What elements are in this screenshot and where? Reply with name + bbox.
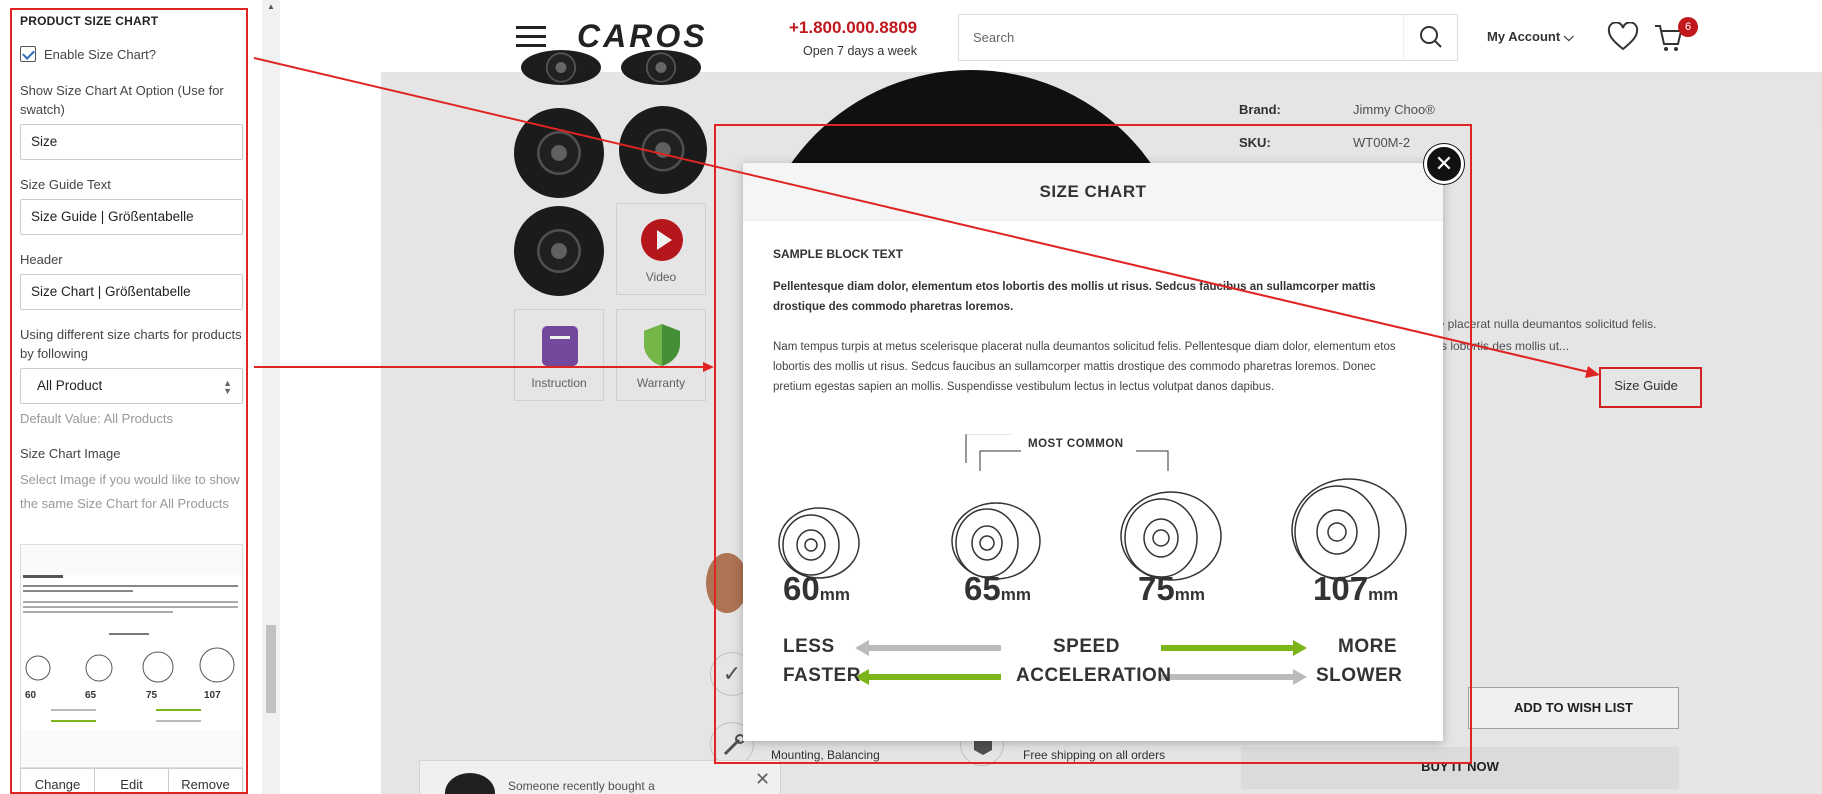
store-logo[interactable]: CAROS (577, 18, 708, 55)
search-button[interactable] (1403, 15, 1457, 60)
phone-number[interactable]: +1.800.000.8809 (789, 18, 917, 38)
settings-scrollbar[interactable]: ▲ (262, 0, 280, 794)
scroll-up-arrow-icon[interactable]: ▲ (267, 2, 275, 11)
menu-icon[interactable] (516, 26, 546, 48)
search-placeholder: Search (973, 30, 1015, 45)
my-account-menu[interactable]: My Account ⌵ (1487, 29, 1574, 45)
settings-annotation-box (10, 8, 248, 794)
search-input[interactable]: Search (958, 14, 1458, 61)
heart-icon[interactable] (1607, 22, 1639, 52)
scrollbar-thumb[interactable] (266, 625, 276, 713)
modal-annotation-box (714, 124, 1472, 764)
cart-count-badge: 6 (1678, 17, 1698, 37)
my-account-label: My Account (1487, 29, 1561, 44)
chevron-down-icon: ⌵ (1563, 29, 1574, 44)
search-icon (1420, 26, 1442, 48)
opening-hours: Open 7 days a week (803, 44, 917, 58)
size-chart-settings-panel: PRODUCT SIZE CHART Enable Size Chart? Sh… (0, 0, 262, 794)
